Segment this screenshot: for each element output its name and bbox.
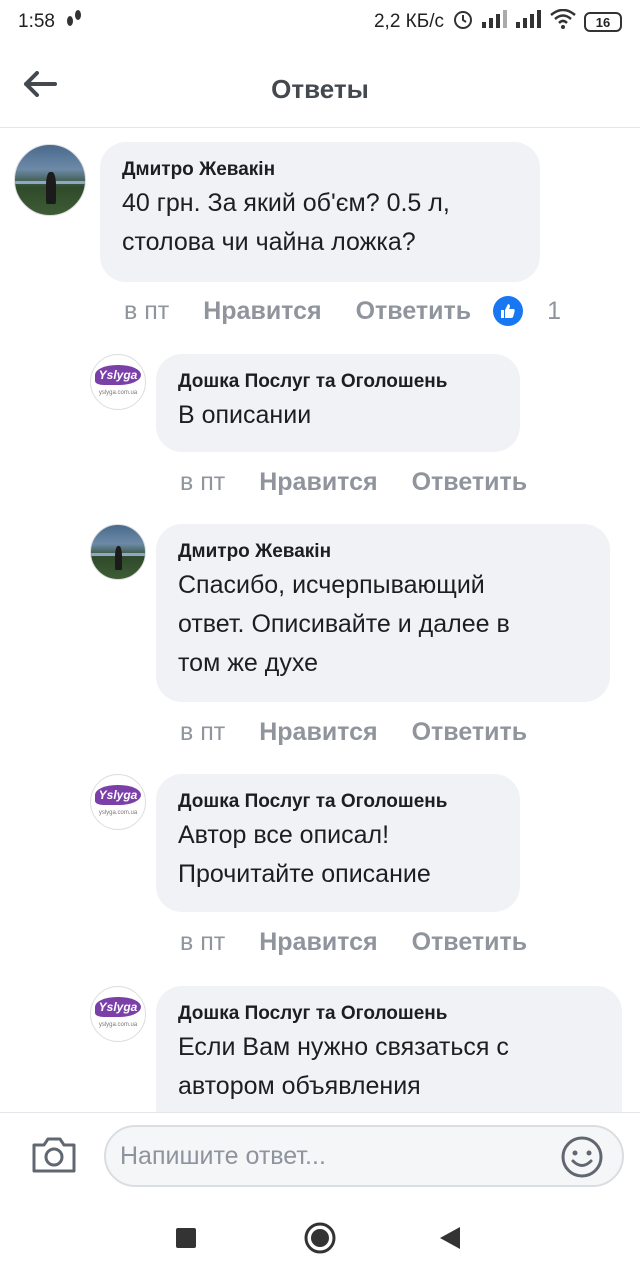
logo-badge: Yslyga [95, 784, 141, 806]
battery-icon: 16 [584, 12, 622, 32]
comment-actions: в пт Нравится Ответить [180, 718, 527, 747]
comment-time[interactable]: в пт [180, 718, 225, 747]
avatar[interactable]: Yslyga yslyga.com.ua [90, 354, 146, 410]
signal-icon [482, 10, 508, 34]
home-icon [303, 1221, 337, 1260]
status-time: 1:58 [18, 11, 55, 32]
reply-button[interactable]: Ответить [412, 718, 528, 747]
comment-actions: в пт Нравится Ответить [180, 468, 527, 497]
comment-text: Если Вам нужно связаться с автором объяв… [178, 1033, 509, 1100]
thumbs-up-icon [493, 296, 524, 326]
page-title: Ответы [271, 74, 369, 104]
system-nav-bar [0, 1198, 640, 1280]
comment-author[interactable]: Дмитро Жевакін [122, 156, 518, 184]
logo-badge: Yslyga [95, 364, 141, 386]
like-button[interactable]: Нравится [259, 718, 377, 747]
reply-button[interactable]: Ответить [412, 928, 528, 957]
comment-bubble: Дошка Послуг та Оголошень Если Вам нужно… [156, 986, 622, 1112]
comment-thread[interactable]: Дмитро Жевакін 40 грн. За який об'єм? 0.… [0, 128, 640, 1112]
reply-button[interactable]: Ответить [412, 468, 528, 497]
header: Ответы [0, 44, 640, 128]
comment-time[interactable]: в пт [124, 297, 169, 326]
recents-button[interactable] [166, 1220, 206, 1260]
comment-bubble: Дошка Послуг та Оголошень В описании [156, 354, 520, 452]
reaction-count: 1 [547, 296, 562, 325]
wifi-icon [550, 8, 576, 35]
back-nav-icon [438, 1225, 462, 1256]
emoji-button[interactable] [560, 1135, 604, 1179]
avatar[interactable]: Yslyga yslyga.com.ua [90, 774, 146, 830]
logo-site: yslyga.com.ua [98, 809, 138, 816]
network-speed: 2,2 КБ/с [373, 11, 444, 32]
comment-author[interactable]: Дошка Послуг та Оголошень [178, 368, 498, 396]
comment-author[interactable]: Дошка Послуг та Оголошень [178, 1000, 600, 1028]
home-button[interactable] [300, 1220, 340, 1260]
comment-text: Спасибо, исчерпывающий ответ. Описивайте… [178, 571, 510, 677]
comment-text: В описании [178, 401, 312, 429]
reply-input[interactable] [104, 1125, 624, 1187]
reaction-summary[interactable]: 1 [493, 296, 561, 326]
like-button[interactable]: Нравится [259, 468, 377, 497]
avatar[interactable]: Yslyga yslyga.com.ua [90, 986, 146, 1042]
comment-author[interactable]: Дошка Послуг та Оголошень [178, 788, 498, 816]
comment-bubble: Дмитро Жевакін 40 грн. За який об'єм? 0.… [100, 142, 540, 282]
like-button[interactable]: Нравится [259, 928, 377, 957]
status-bar: 1:58 2,2 КБ/с 16 [0, 0, 640, 44]
avatar[interactable] [14, 144, 86, 216]
alarm-icon [452, 8, 474, 36]
logo-badge: Yslyga [95, 996, 141, 1018]
avatar[interactable] [90, 524, 146, 580]
logo-site: yslyga.com.ua [98, 389, 138, 396]
logo-site: yslyga.com.ua [98, 1021, 138, 1028]
emoji-icon [560, 1136, 604, 1183]
back-nav-button[interactable] [430, 1220, 470, 1260]
comment-author[interactable]: Дмитро Жевакін [178, 538, 588, 566]
comment-bubble: Дмитро Жевакін Спасибо, исчерпывающий от… [156, 524, 610, 702]
steps-icon [65, 8, 83, 36]
comment-actions: в пт Нравится Ответить 1 [124, 296, 561, 326]
comment-text: 40 грн. За який об'єм? 0.5 л, столова чи… [122, 189, 450, 256]
camera-button[interactable] [30, 1135, 78, 1177]
comment-time[interactable]: в пт [180, 468, 225, 497]
recents-icon [175, 1227, 197, 1254]
comment-bubble: Дошка Послуг та Оголошень Автор все опис… [156, 774, 520, 912]
camera-icon [30, 1137, 78, 1179]
reply-button[interactable]: Ответить [356, 297, 472, 326]
comment-text: Автор все описал! Прочитайте описание [178, 821, 431, 888]
comment-actions: в пт Нравится Ответить [180, 928, 527, 957]
like-button[interactable]: Нравится [203, 297, 321, 326]
comment-time[interactable]: в пт [180, 928, 225, 957]
signal-roaming-icon [516, 10, 542, 34]
reply-composer [0, 1112, 640, 1198]
